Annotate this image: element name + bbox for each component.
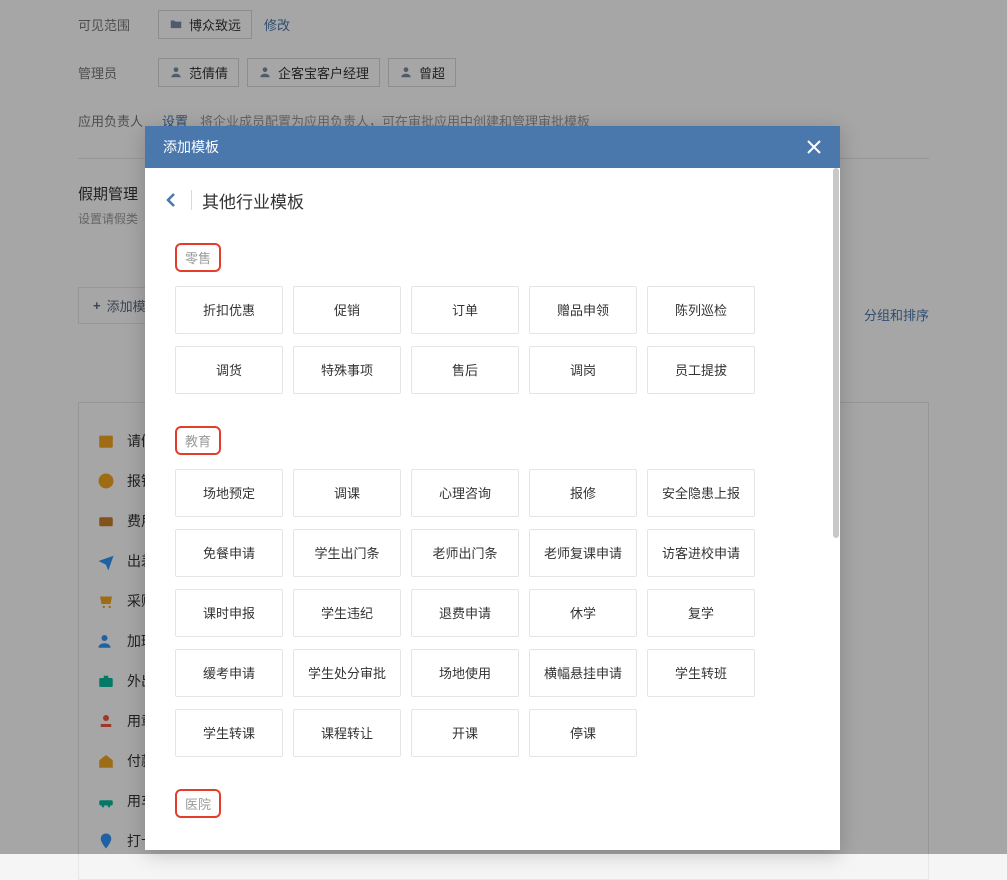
modal-title-row: 其他行业模板 bbox=[145, 168, 840, 233]
template-card[interactable]: 场地预定 bbox=[175, 469, 283, 517]
template-card[interactable]: 调课 bbox=[293, 469, 401, 517]
template-card[interactable]: 报修 bbox=[529, 469, 637, 517]
template-card[interactable]: 陈列巡检 bbox=[647, 286, 755, 334]
category-label: 医院 bbox=[175, 783, 816, 832]
template-card[interactable]: 学生出门条 bbox=[293, 529, 401, 577]
modal-title: 其他行业模板 bbox=[202, 188, 304, 213]
template-card[interactable]: 横幅悬挂申请 bbox=[529, 649, 637, 697]
template-card[interactable]: 学生转班 bbox=[647, 649, 755, 697]
modal-body[interactable]: 零售折扣优惠促销订单赠品申领陈列巡检调货特殊事项售后调岗员工提拔教育场地预定调课… bbox=[145, 233, 840, 850]
add-template-modal: 添加模板 其他行业模板 零售折扣优惠促销订单赠品申领陈列巡检调货特殊事项售后调岗… bbox=[145, 126, 840, 850]
template-card[interactable]: 安全隐患上报 bbox=[647, 469, 755, 517]
template-card[interactable]: 售后 bbox=[411, 346, 519, 394]
template-card[interactable]: 学生转课 bbox=[175, 709, 283, 757]
template-card[interactable]: 赠品申领 bbox=[529, 286, 637, 334]
close-icon bbox=[806, 139, 822, 155]
template-card[interactable]: 促销 bbox=[293, 286, 401, 334]
template-card[interactable]: 学生违纪 bbox=[293, 589, 401, 637]
template-card[interactable]: 老师出门条 bbox=[411, 529, 519, 577]
chevron-left-icon bbox=[163, 191, 181, 209]
template-card[interactable]: 课程转让 bbox=[293, 709, 401, 757]
template-card[interactable]: 复学 bbox=[647, 589, 755, 637]
template-card[interactable]: 学生处分审批 bbox=[293, 649, 401, 697]
modal-header-title: 添加模板 bbox=[163, 137, 219, 157]
template-card[interactable]: 缓考申请 bbox=[175, 649, 283, 697]
template-card[interactable]: 特殊事项 bbox=[293, 346, 401, 394]
back-button[interactable] bbox=[163, 191, 181, 209]
template-card[interactable]: 开课 bbox=[411, 709, 519, 757]
template-card[interactable]: 停课 bbox=[529, 709, 637, 757]
modal-close-button[interactable] bbox=[806, 139, 822, 155]
template-card[interactable]: 调货 bbox=[175, 346, 283, 394]
vertical-divider bbox=[191, 190, 192, 210]
template-card[interactable]: 调岗 bbox=[529, 346, 637, 394]
template-card[interactable]: 折扣优惠 bbox=[175, 286, 283, 334]
template-card[interactable]: 员工提拔 bbox=[647, 346, 755, 394]
template-card[interactable]: 免餐申请 bbox=[175, 529, 283, 577]
template-card[interactable]: 访客进校申请 bbox=[647, 529, 755, 577]
template-card[interactable]: 老师复课申请 bbox=[529, 529, 637, 577]
template-card[interactable]: 订单 bbox=[411, 286, 519, 334]
category-grid: 场地预定调课心理咨询报修安全隐患上报免餐申请学生出门条老师出门条老师复课申请访客… bbox=[175, 469, 816, 757]
template-card[interactable]: 退费申请 bbox=[411, 589, 519, 637]
modal-scrollbar-thumb[interactable] bbox=[833, 168, 839, 538]
category-label: 零售 bbox=[175, 237, 816, 286]
template-card[interactable]: 心理咨询 bbox=[411, 469, 519, 517]
template-card[interactable]: 课时申报 bbox=[175, 589, 283, 637]
template-card[interactable]: 场地使用 bbox=[411, 649, 519, 697]
modal-header: 添加模板 bbox=[145, 126, 840, 168]
category-label: 教育 bbox=[175, 420, 816, 469]
category-grid: 折扣优惠促销订单赠品申领陈列巡检调货特殊事项售后调岗员工提拔 bbox=[175, 286, 816, 394]
template-card[interactable]: 休学 bbox=[529, 589, 637, 637]
